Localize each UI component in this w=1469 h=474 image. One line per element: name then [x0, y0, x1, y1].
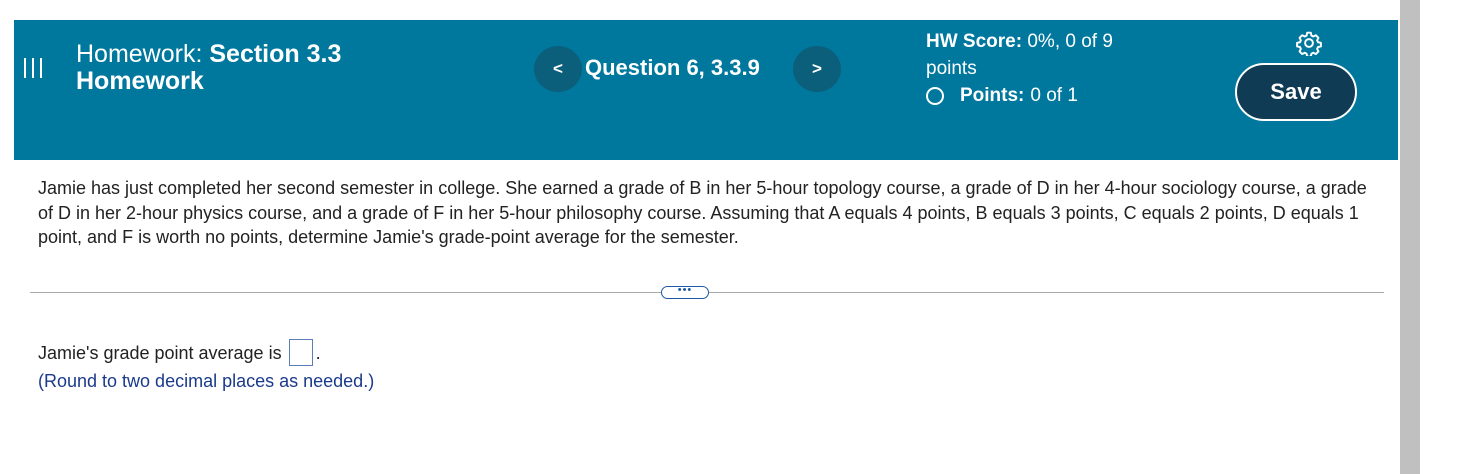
gear-icon[interactable] [1296, 30, 1322, 56]
points-status: Points: 0 of 1 [926, 82, 1078, 109]
answer-prompt: Jamie's grade point average is [38, 342, 282, 363]
expand-more-button[interactable]: ••• [661, 285, 709, 299]
homework-title: Homework: Section 3.3 Homework [76, 41, 406, 95]
points-circle-icon [926, 86, 944, 105]
homework-title-prefix: Homework: [76, 40, 210, 68]
answer-input[interactable] [288, 339, 313, 366]
rounding-hint: (Round to two decimal places as needed.) [38, 371, 375, 391]
previous-question-button[interactable]: < [534, 46, 582, 92]
question-label: Question 6, 3.3.9 [585, 55, 760, 80]
chevron-left-icon: < [553, 59, 563, 78]
hw-score: HW Score: 0%, 0 of 9 points [926, 28, 1166, 82]
hamburger-menu-icon[interactable] [24, 58, 42, 78]
points-label: Points: [960, 85, 1025, 106]
next-question-button[interactable]: > [793, 46, 841, 92]
answer-row: Jamie's grade point average is . [38, 339, 321, 366]
save-button[interactable]: Save [1235, 63, 1357, 121]
question-text: Jamie has just completed her second seme… [38, 178, 1367, 247]
chevron-right-icon: > [812, 59, 822, 78]
answer-suffix: . [315, 342, 321, 363]
scrollbar-thumb[interactable] [1400, 0, 1420, 474]
hw-score-label: HW Score: [926, 31, 1023, 52]
points-value: 0 of 1 [1030, 85, 1078, 106]
